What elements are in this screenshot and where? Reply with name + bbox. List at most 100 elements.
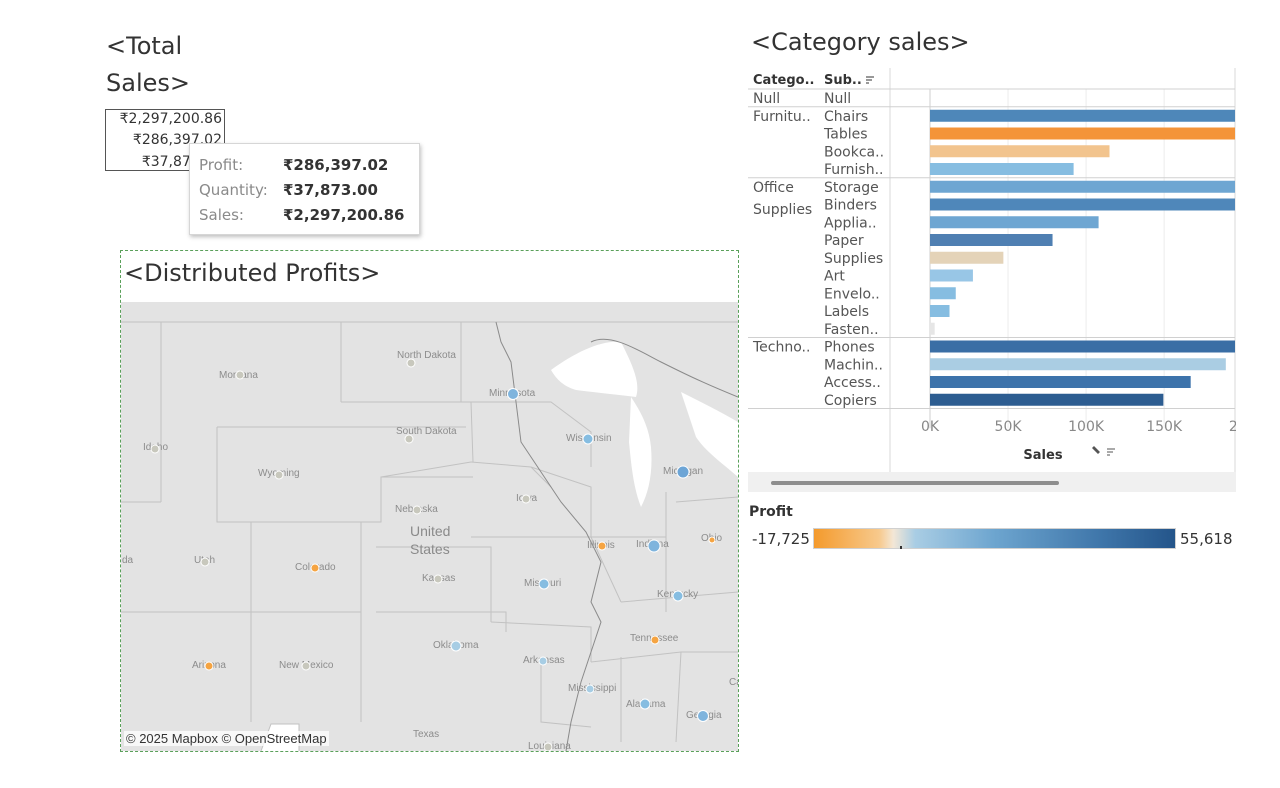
pin-icon[interactable] — [1089, 446, 1100, 457]
country-label-line1: United — [410, 523, 450, 539]
category-label[interactable]: Furnitu.. — [753, 109, 811, 125]
header-category[interactable]: Catego.. — [753, 73, 814, 88]
tooltip-label: Profit: — [199, 156, 244, 174]
map-mark-colorado[interactable] — [310, 563, 320, 573]
scrollbar-thumb[interactable] — [771, 481, 1059, 485]
kpi-sales-value: ₹2,297,200.86 — [119, 111, 222, 127]
subcategory-label[interactable]: Paper — [824, 233, 864, 249]
bar[interactable] — [930, 305, 950, 317]
subcategory-label[interactable]: Null — [824, 91, 851, 107]
bar[interactable] — [930, 358, 1226, 371]
subcategory-label[interactable]: Access.. — [824, 375, 881, 391]
map-mark-alabama[interactable] — [639, 698, 651, 710]
map-mark-idaho[interactable] — [150, 444, 160, 454]
bar[interactable] — [930, 251, 1004, 264]
state-label: Ca — [729, 677, 738, 688]
subcategory-label[interactable]: Envelo.. — [824, 286, 880, 302]
bar[interactable] — [930, 127, 1235, 140]
x-tick-label: 200 — [1229, 419, 1236, 435]
map-mark-minnesota[interactable] — [507, 388, 519, 400]
map-mark-iowa[interactable] — [521, 494, 531, 504]
map-mark-kentucky[interactable] — [672, 590, 684, 602]
tooltip-row-sales: Sales: ₹2,297,200.86 — [199, 206, 404, 224]
bar[interactable] — [930, 145, 1110, 158]
map-mark-indiana[interactable] — [647, 539, 661, 553]
map-mark-oklahoma[interactable] — [450, 640, 462, 652]
map-mark-montana[interactable] — [235, 370, 245, 380]
subcategory-label[interactable]: Fasten.. — [824, 322, 879, 338]
x-tick-label: 0K — [921, 419, 940, 435]
map-mark-utah[interactable] — [200, 557, 210, 567]
state-label: North Dakota — [397, 350, 456, 361]
map-mark-nebraska[interactable] — [412, 505, 422, 515]
x-tick-label: 150K — [1146, 419, 1183, 435]
subcategory-label[interactable]: Applia.. — [824, 215, 877, 231]
subcategory-label[interactable]: Tables — [823, 127, 868, 143]
bar[interactable] — [930, 393, 1164, 406]
state-label: South Dakota — [396, 426, 457, 437]
bar[interactable] — [930, 109, 1235, 122]
map-mark-wyoming[interactable] — [274, 470, 284, 480]
category-sales-chart[interactable]: Catego.. Sub.. Null Null Furnitu.. Chairs Ta… — [748, 68, 1236, 472]
subcategory-label[interactable]: Phones — [824, 340, 875, 356]
bar[interactable] — [930, 269, 973, 282]
subcategory-label[interactable]: Machin.. — [824, 357, 883, 373]
map-mark-mississippi[interactable] — [585, 684, 595, 694]
subcategory-label[interactable]: Copiers — [824, 393, 877, 409]
tooltip-label: Quantity: — [199, 181, 268, 199]
bar[interactable] — [930, 322, 935, 335]
subcategory-label[interactable]: Storage — [824, 180, 879, 196]
tooltip-label: Sales: — [199, 206, 244, 224]
subcategory-label[interactable]: Labels — [824, 304, 869, 320]
map-mark-arizona[interactable] — [204, 661, 214, 671]
bar[interactable] — [930, 234, 1053, 246]
country-label-line2: States — [410, 541, 450, 557]
bar[interactable] — [930, 163, 1074, 175]
map-mark-wisconsin[interactable] — [582, 433, 594, 445]
legend-max-value: 55,618 — [1180, 530, 1233, 548]
subcategory-label[interactable]: Binders — [824, 198, 877, 214]
map-mark-arkansas[interactable] — [538, 656, 548, 666]
tooltip-value: ₹37,873.00 — [283, 181, 378, 199]
bar[interactable] — [930, 216, 1099, 229]
x-axis-label[interactable]: Sales — [1023, 448, 1062, 463]
category-label[interactable]: Null — [753, 91, 780, 107]
map-mark-north-dakota[interactable] — [406, 358, 416, 368]
subcategory-label[interactable]: Supplies — [824, 251, 883, 267]
legend-min-value: -17,725 — [752, 530, 810, 548]
subcategory-label[interactable]: Art — [824, 269, 845, 285]
map-mark-new-mexico[interactable] — [301, 661, 311, 671]
tooltip-row-quantity: Quantity: ₹37,873.00 — [199, 181, 378, 199]
legend-title: Profit — [749, 504, 793, 520]
map-mark-missouri[interactable] — [538, 578, 550, 590]
map-mark-ohio[interactable] — [708, 536, 716, 544]
bar[interactable] — [930, 198, 1235, 211]
x-tick-label: 100K — [1068, 419, 1105, 435]
category-label[interactable]: Office Supplies — [753, 180, 812, 218]
category-label[interactable]: Techno.. — [752, 340, 810, 356]
bar[interactable] — [930, 376, 1191, 388]
profit-map[interactable]: Montana North Dakota Minnesota Wisconsin… — [121, 302, 738, 751]
bar[interactable] — [930, 340, 1235, 353]
subcategory-label[interactable]: Furnish.. — [824, 162, 884, 178]
map-mark-kansas[interactable] — [433, 574, 443, 584]
axis-sort-icon[interactable] — [1107, 448, 1115, 456]
map-mark-georgia[interactable] — [697, 710, 709, 722]
subcategory-label[interactable]: Chairs — [824, 109, 868, 125]
tooltip-value: ₹2,297,200.86 — [283, 206, 405, 224]
map-mark-south-dakota[interactable] — [404, 434, 414, 444]
map-mark-michigan[interactable] — [676, 465, 690, 479]
bar[interactable] — [930, 287, 956, 300]
state-label: Texas — [413, 729, 439, 740]
sort-icon[interactable] — [866, 76, 874, 84]
subcategory-label[interactable]: Bookca.. — [824, 144, 884, 160]
profit-color-legend[interactable] — [813, 528, 1176, 549]
bar[interactable] — [930, 180, 1235, 193]
header-subcategory[interactable]: Sub.. — [824, 73, 862, 88]
map-mark-louisiana[interactable] — [543, 742, 553, 751]
map-attribution[interactable]: © 2025 Mapbox © OpenStreetMap — [124, 731, 329, 746]
total-sales-title: <Total Sales> — [106, 32, 190, 97]
map-mark-illinois[interactable] — [597, 541, 607, 551]
state-label: da — [122, 555, 134, 566]
map-mark-tennessee[interactable] — [650, 635, 660, 645]
